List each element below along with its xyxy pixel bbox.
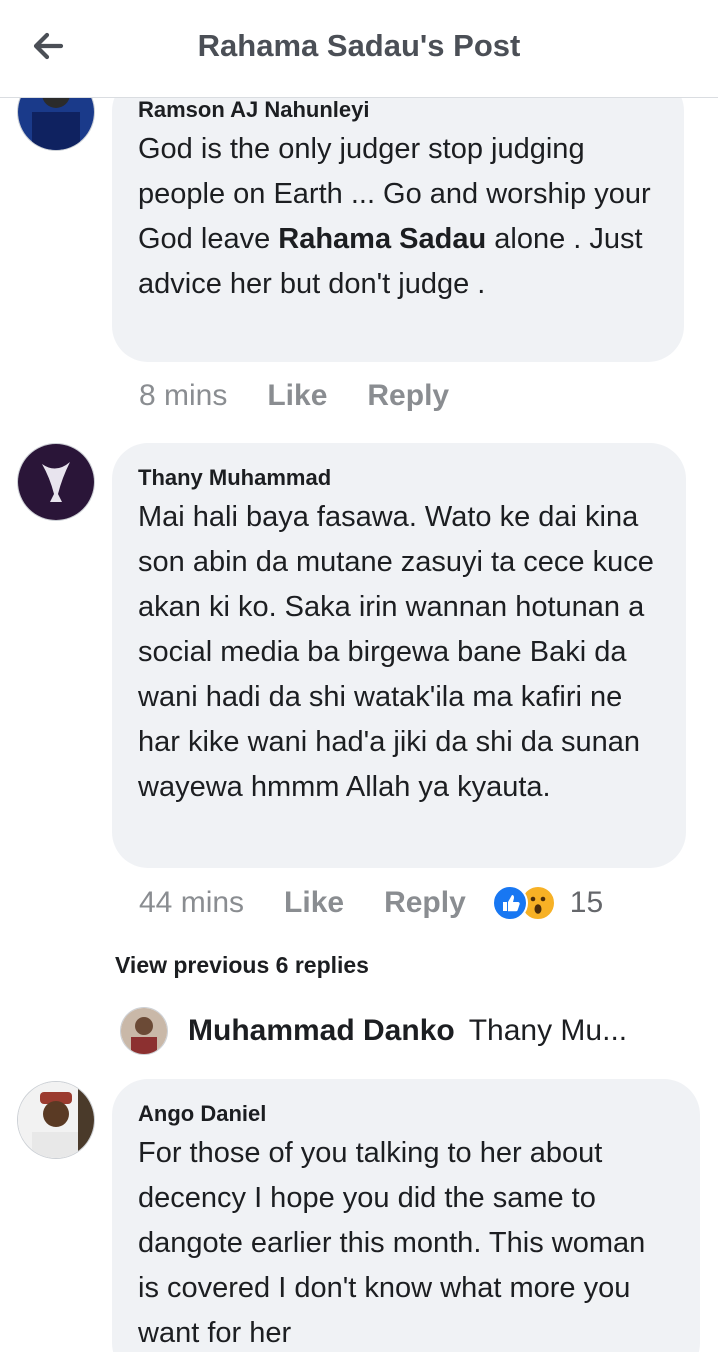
reply-button[interactable]: Reply xyxy=(367,379,449,413)
mention[interactable]: Rahama Sadau xyxy=(278,223,486,255)
profile-photo-icon xyxy=(18,1082,94,1158)
comment-text: God is the only judger stop judging peop… xyxy=(138,133,651,300)
comment-author[interactable]: Ango Daniel xyxy=(138,1101,674,1127)
view-previous-replies-link[interactable]: View previous 6 replies xyxy=(115,952,369,979)
comment-author[interactable]: Ramson AJ Nahunleyi xyxy=(138,97,658,123)
comment-actions: 8 mins Like Reply xyxy=(139,379,449,413)
comment-text: For those of you talking to her about de… xyxy=(138,1137,646,1349)
comment-author[interactable]: Thany Muhammad xyxy=(138,465,660,491)
comment-time[interactable]: 8 mins xyxy=(139,379,227,413)
comment-bubble[interactable]: Ango Daniel For those of you talking to … xyxy=(112,1079,700,1352)
reply-button[interactable]: Reply xyxy=(384,886,466,920)
reply-text: Thany Mu... xyxy=(468,1014,628,1047)
comment-bubble[interactable]: Ramson AJ Nahunleyi God is the only judg… xyxy=(112,97,684,362)
avatar[interactable] xyxy=(120,1007,168,1055)
top-bar: Rahama Sadau's Post xyxy=(0,0,718,98)
comment-time[interactable]: 44 mins xyxy=(139,886,244,920)
profile-photo-icon xyxy=(121,1008,167,1054)
reply-author[interactable]: Muhammad Danko xyxy=(188,1014,455,1048)
like-button[interactable]: Like xyxy=(267,379,327,413)
page-title: Rahama Sadau's Post xyxy=(197,28,521,63)
like-button[interactable]: Like xyxy=(284,886,344,920)
comment-bubble[interactable]: Thany Muhammad Mai hali baya fasawa. Wat… xyxy=(112,443,686,868)
comment-text: Mai hali baya fasawa. Wato ke dai kina s… xyxy=(138,501,654,803)
profile-photo-icon xyxy=(18,97,94,150)
avatar[interactable] xyxy=(17,443,95,521)
like-reaction-icon xyxy=(491,885,528,921)
comments-list: Ramson AJ Nahunleyi God is the only judg… xyxy=(0,97,718,1352)
avatar[interactable] xyxy=(17,1081,95,1159)
reactions-summary[interactable]: 15 xyxy=(491,885,604,921)
reaction-count: 15 xyxy=(569,886,604,919)
reply-preview[interactable]: Muhammad Danko Thany Mu... xyxy=(120,1007,627,1055)
avatar[interactable] xyxy=(17,97,95,151)
profile-photo-icon xyxy=(18,444,94,520)
comment-actions: 44 mins Like Reply 15 xyxy=(139,885,603,921)
